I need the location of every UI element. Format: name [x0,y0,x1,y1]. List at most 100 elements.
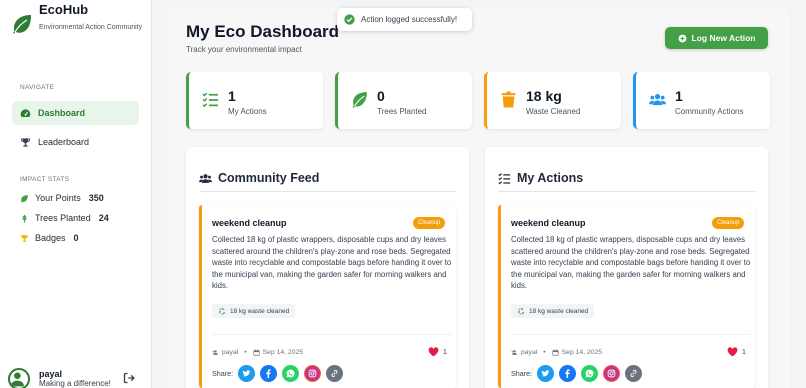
share-copy-link-button[interactable] [625,365,643,382]
stat-card-value: 18 kg [526,88,562,104]
post-author: payal [521,349,538,356]
share-label: Share: [511,369,533,378]
users-icon [649,94,666,106]
facebook-icon [266,369,271,378]
share-facebook-button[interactable] [559,365,577,382]
panel-title: Community Feed [218,171,320,185]
check-circle-icon [344,14,355,25]
stat-card-my-actions: 1 My Actions [186,72,323,129]
twitter-icon [541,370,550,377]
avatar[interactable] [8,368,30,388]
separator: • [543,349,546,356]
trophy-icon [20,137,31,147]
stat-label: Your Points [35,193,81,203]
stat-card-waste-cleaned: 18 kg Waste Cleaned [484,72,621,129]
navigate-section-label: NAVIGATE [20,84,55,91]
share-facebook-button[interactable] [260,365,278,382]
post-date: Sep 14, 2025 [561,349,603,356]
link-icon [630,369,637,378]
nav-item-label: Dashboard [38,108,86,118]
my-actions-panel: My Actions weekend cleanup Cleanup Colle… [485,147,768,388]
divider [511,334,751,335]
main-content: My Eco Dashboard Track your environmenta… [168,0,806,388]
user-icon [511,350,517,355]
stat-value: 350 [88,193,104,203]
post-author: payal [222,349,239,356]
category-badge: Cleanup [712,217,745,229]
user-avatar-icon [10,372,24,387]
share-twitter-button[interactable] [537,365,555,382]
share-whatsapp-button[interactable] [581,365,599,382]
user-name: payal [39,369,63,379]
nav-item-dashboard[interactable]: Dashboard [12,101,139,125]
log-new-action-button[interactable]: Log New Action [665,27,768,49]
share-bar: Share: [212,365,348,382]
instagram-icon [308,369,317,378]
share-instagram-button[interactable] [304,365,322,382]
share-instagram-button[interactable] [603,365,621,382]
page-subtitle: Track your environmental impact [186,45,302,54]
trophy-icon [20,234,29,242]
app-tagline: Environmental Action Community [39,24,143,31]
panel-heading: Community Feed [199,171,319,185]
category-badge: Cleanup [413,217,446,229]
user-profile: payal Making a difference! [8,366,148,388]
share-copy-link-button[interactable] [326,365,344,382]
community-feed-panel: Community Feed weekend cleanup Cleanup C… [186,147,469,388]
divider [212,334,452,335]
share-whatsapp-button[interactable] [282,365,300,382]
stat-card-label: Waste Cleaned [526,107,581,116]
post-date: Sep 14, 2025 [262,349,304,356]
instagram-icon [607,369,616,378]
gauge-icon [20,108,31,117]
share-twitter-button[interactable] [238,365,256,382]
stat-card-value: 1 [675,88,683,104]
toast-message: Action logged successfully! [361,15,458,24]
tree-icon [21,214,28,222]
impact-tag: 18 kg waste cleaned [511,304,595,318]
app-name: EcoHub [39,2,89,17]
tasks-icon [202,92,218,108]
whatsapp-icon [585,369,594,378]
stat-card-trees-planted: 0 Trees Planted [335,72,472,129]
impact-stats-label: IMPACT STATS [20,176,70,183]
stat-card-label: Community Actions [675,107,744,116]
success-toast: Action logged successfully! [337,8,472,31]
like-button[interactable]: 1 [428,347,447,357]
impact-text: 18 kg waste cleaned [230,307,290,315]
user-message: Making a difference! [39,379,111,388]
like-count: 1 [742,348,746,356]
divider [498,191,756,192]
stat-badges: Badges 0 [20,233,79,243]
plus-circle-icon [678,34,686,42]
nav-item-leaderboard[interactable]: Leaderboard [12,130,139,154]
recycle-icon [219,307,225,315]
post-description: Collected 18 kg of plastic wrappers, dis… [511,235,751,290]
users-icon [199,173,212,183]
post-description: Collected 18 kg of plastic wrappers, dis… [212,235,452,290]
heart-icon [428,347,439,357]
leaf-icon [21,194,28,203]
divider [199,191,457,192]
post-meta: payal • Sep 14, 2025 [511,349,602,356]
link-icon [331,369,338,378]
calendar-icon [552,349,559,356]
post-title: weekend cleanup [212,218,287,228]
brand[interactable]: EcoHub Environmental Action Community [10,2,150,50]
logout-icon[interactable] [123,372,135,384]
panel-heading: My Actions [498,171,583,185]
stat-label: Trees Planted [35,213,91,223]
impact-text: 18 kg waste cleaned [529,307,589,315]
recycle-icon [518,307,524,315]
stat-label: Badges [35,233,66,243]
calendar-icon [253,349,260,356]
log-button-label: Log New Action [691,33,756,43]
nav-item-label: Leaderboard [38,137,90,147]
impact-tag: 18 kg waste cleaned [212,304,296,318]
like-button[interactable]: 1 [727,347,746,357]
separator: • [244,349,247,356]
tasks-icon [498,172,511,184]
action-post-card: weekend cleanup Cleanup Collected 18 kg … [498,205,755,388]
stat-value: 0 [73,233,79,243]
stat-card-community-actions: 1 Community Actions [633,72,770,129]
